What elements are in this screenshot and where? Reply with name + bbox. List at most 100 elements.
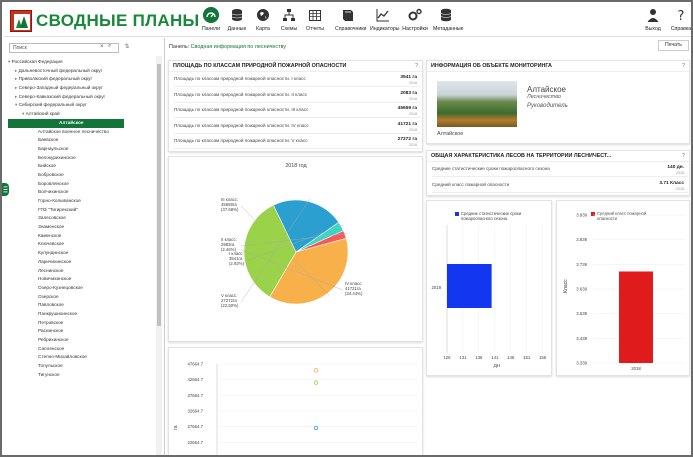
nav-globe[interactable]: Карта	[250, 6, 276, 36]
x-tick-label: 151	[523, 355, 531, 360]
tree-item[interactable]: Залесовское	[8, 214, 156, 223]
tree-item[interactable]: Алтайское военное лесничество	[8, 128, 156, 137]
tree-item[interactable]: Бобровское	[8, 171, 156, 180]
tree-item[interactable]: Озерское	[8, 293, 156, 302]
y-axis-label: га	[173, 425, 179, 430]
tree-item-label: Северо-Кавказский федеральный округ	[18, 93, 106, 99]
tree-item[interactable]: Барнаульское	[8, 145, 156, 154]
area-row: Площадь по классам природной пожарной оп…	[174, 136, 421, 149]
nav-dashboard[interactable]: Панели	[198, 6, 224, 36]
nav-line-chart[interactable]: Индикаторы	[370, 6, 400, 36]
tree-item[interactable]: Знаменское	[8, 223, 156, 232]
tree-item[interactable]: Ребрихинское	[8, 336, 156, 345]
nav-table[interactable]: Отчеты	[302, 6, 328, 36]
breadcrumb-link[interactable]: Сводная информация по лесничеству	[191, 44, 286, 50]
dashboard-icon	[203, 7, 219, 23]
tree-item[interactable]: Новичихинское	[8, 275, 156, 284]
tree-item[interactable]: Панкрушихинское	[8, 310, 156, 319]
sidebar-scrollbar-thumb[interactable]	[157, 64, 161, 326]
print-button[interactable]: Печать	[658, 40, 689, 51]
tree-item[interactable]: ▾ Сибирский федеральный округ	[8, 101, 156, 110]
nav-user[interactable]: Выход	[640, 6, 666, 36]
tree-item[interactable]: Кулундинское	[8, 249, 156, 258]
tree-item-label: Новичихинское	[38, 276, 72, 282]
bar[interactable]	[447, 264, 492, 308]
tree-item[interactable]: Раснинское	[8, 327, 156, 336]
tree-item[interactable]: Петровское	[8, 319, 156, 328]
tree-item[interactable]: Баевское	[8, 136, 156, 145]
sidebar-toggle-handle[interactable]	[2, 183, 9, 196]
tree-item[interactable]: Ларичихинское	[8, 258, 156, 267]
database-icon	[231, 9, 243, 21]
y-tick-label: 3.839	[576, 237, 587, 242]
tree-item[interactable]: ГПЗ "Тигирекский"	[8, 206, 156, 215]
tree-item[interactable]: ▸ Северо-Западный федеральный округ	[8, 84, 156, 93]
help-icon[interactable]: ?	[682, 61, 685, 72]
tree-item-label: Степно-Михайловское	[38, 354, 87, 360]
breadcrumb: Панель: Сводная информация по лесничеств…	[169, 44, 286, 50]
tree-item[interactable]: Сапленское	[8, 345, 156, 354]
row-year: 2018	[676, 187, 684, 191]
area-row: Площадь по классам природной пожарной оп…	[174, 121, 421, 134]
tree-item[interactable]: Алтайское	[8, 118, 124, 128]
table-icon	[309, 10, 321, 21]
tree-item[interactable]: Волчихинское	[8, 188, 156, 197]
tree-item-label: Бийское	[38, 163, 56, 169]
nav-book[interactable]: Справочники	[335, 6, 366, 36]
y-tick-label: 3.939	[576, 213, 587, 218]
row-value: 27272 га	[397, 137, 417, 142]
char-row: Средний класс пожарной опасности 3.71 Кла…	[432, 180, 688, 193]
tree-item[interactable]: Каменское	[8, 232, 156, 241]
pie-label-line: (22.50%)	[221, 303, 239, 308]
y-tick-label: 27664.7	[187, 424, 203, 429]
legend-label: Средние статистические сроки пожароопасно…	[461, 211, 522, 221]
tree-item[interactable]: ▾ Российская Федерация	[8, 58, 156, 67]
scatter-point[interactable]	[313, 380, 319, 385]
tree-item-label: Алтайское военное лесничество	[38, 128, 109, 134]
tree-item[interactable]: Степно-Михайловское	[8, 353, 156, 362]
tree-item[interactable]: Боровлянское	[8, 180, 156, 189]
x-tick-label: 131	[459, 355, 467, 360]
tree-item[interactable]: ▸ Дальневосточный федеральный округ	[8, 67, 156, 76]
nav-stack[interactable]: Метаданные	[433, 6, 464, 36]
clear-search-icon[interactable]: ×	[100, 44, 104, 50]
help-icon[interactable]: ?	[682, 151, 685, 162]
tree-item[interactable]: ▸ Приволжский федеральный округ	[8, 75, 156, 84]
pie-title: 2018 год	[285, 163, 307, 169]
tree-item[interactable]: Павловское	[8, 301, 156, 310]
bar[interactable]	[619, 271, 653, 363]
app-logo[interactable]	[10, 10, 32, 32]
pie-label: I класс: 3541га (2.92%)	[229, 251, 245, 266]
nav-gears[interactable]: Настройки	[402, 6, 428, 36]
char-row: Средние статистические сроки пожароопасн…	[432, 164, 688, 177]
tree-item[interactable]: Бийское	[8, 162, 156, 171]
tree-item[interactable]: Белокурихинское	[8, 154, 156, 163]
object-name: Алтайское	[527, 85, 566, 94]
tree-item[interactable]: Горно-Колыванское	[8, 197, 156, 206]
tree-item[interactable]: Озеро-Кузнецовское	[8, 284, 156, 293]
row-value: 3541 га	[400, 75, 417, 80]
tree-item-label: Алтайское	[59, 119, 84, 125]
help-icon: ?	[678, 9, 685, 23]
tree-item[interactable]: ▸ Северо-Кавказский федеральный округ	[8, 93, 156, 102]
tree-item[interactable]: Тигунское	[8, 371, 156, 380]
tree-item[interactable]: ▾ Алтайский край	[8, 110, 156, 119]
pie-label-line: (2.46%)	[221, 247, 237, 252]
nav-label: Индикаторы	[370, 26, 400, 32]
tree-item[interactable]: Ключевское	[8, 240, 156, 249]
search-icon[interactable]: ⌕	[108, 43, 111, 50]
area-panel-title: ПЛОЩАДЬ ПО КЛАССАМ ПРИРОДНОЙ ПОЖАРНОЙ ОП…	[169, 61, 422, 72]
help-icon[interactable]: ?	[415, 61, 418, 72]
nav-help[interactable]: ? Справка	[668, 6, 691, 36]
nav-label: Панели	[201, 26, 221, 32]
tree-item-label: Ребрихинское	[38, 337, 69, 342]
scatter-point[interactable]	[313, 368, 319, 373]
nav-database[interactable]: Данные	[224, 6, 250, 36]
user-icon	[647, 9, 659, 22]
nav-hierarchy[interactable]: Схемы	[276, 6, 302, 36]
tree-item[interactable]: Топульское	[8, 362, 156, 371]
tree-item-label: Белокурихинское	[38, 154, 76, 160]
row-label: Средний класс пожарной опасности	[432, 182, 510, 187]
tree-item[interactable]: Леснинское	[8, 267, 156, 276]
collapse-tree-icon[interactable]: ⇅	[122, 43, 132, 53]
